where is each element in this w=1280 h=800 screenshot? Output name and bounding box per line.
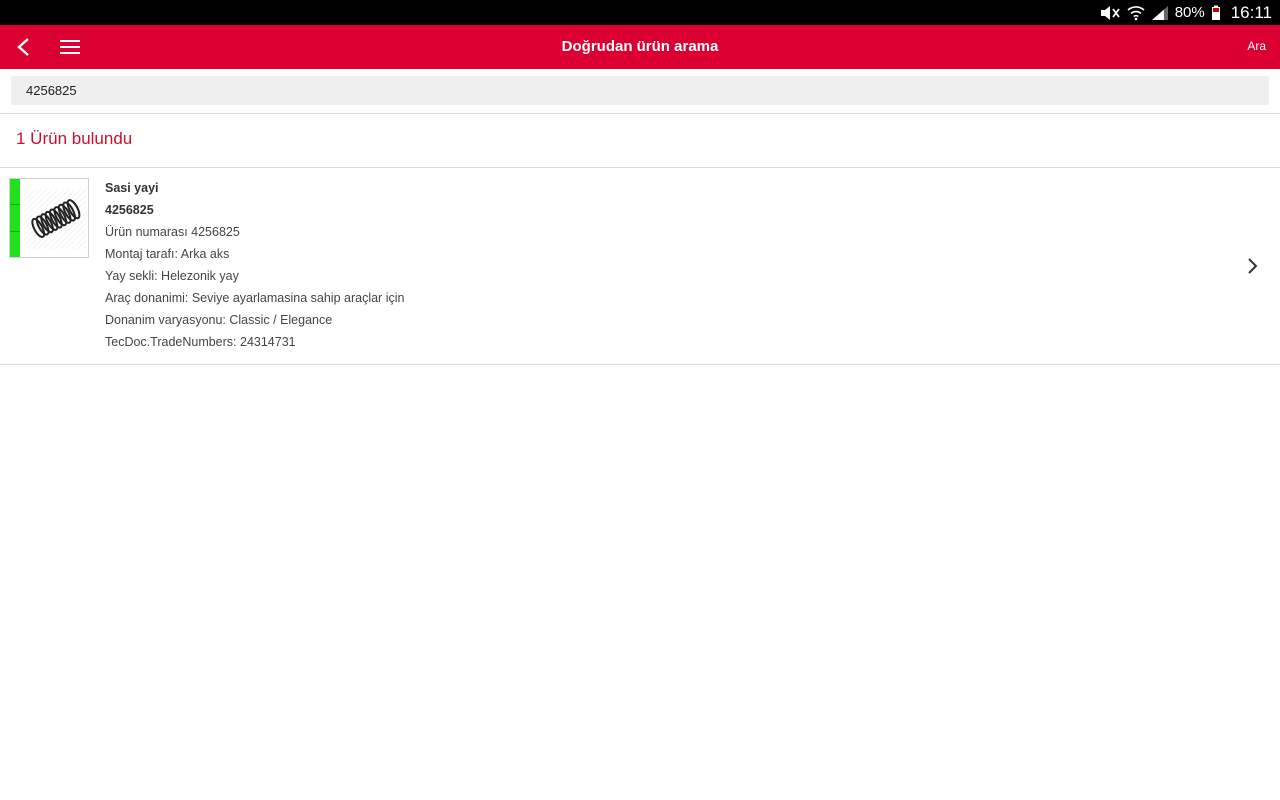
clock: 16:11 — [1230, 2, 1272, 22]
list-item[interactable]: Sasi yayi 4256825 Ürün numarası 4256825 … — [0, 168, 1280, 365]
app-bar: Doğrudan ürün arama Ara — [0, 25, 1280, 69]
status-bar-indicators: 80% 16:11 — [1099, 0, 1272, 25]
battery-icon — [1211, 5, 1221, 21]
mute-icon — [1099, 5, 1121, 21]
product-thumbnail — [9, 178, 89, 258]
search-input[interactable] — [11, 76, 1269, 105]
product-attribute: Donanim varyasyonu: Classic / Elegance — [105, 313, 333, 327]
product-attribute: TecDoc.TradeNumbers: 24314731 — [105, 335, 296, 349]
wifi-icon — [1127, 5, 1145, 21]
product-details: Sasi yayi 4256825 Ürün numarası 4256825 … — [105, 177, 404, 353]
search-button[interactable]: Ara — [1247, 25, 1266, 69]
signal-icon — [1151, 5, 1169, 21]
product-attribute: Yay sekli: Helezonik yay — [105, 269, 239, 283]
result-count: 1 Ürün bulundu — [16, 129, 133, 148]
product-number: 4256825 — [105, 203, 154, 217]
back-arrow-icon[interactable] — [12, 35, 36, 59]
page-title: Doğrudan ürün arama — [561, 38, 719, 55]
product-attribute: Ürün numarası 4256825 — [105, 225, 240, 239]
product-attribute: Araç donanimi: Seviye ayarlamasina sahip… — [105, 291, 405, 305]
coil-spring-icon — [24, 189, 86, 249]
availability-indicator — [10, 179, 20, 257]
product-attribute: Montaj tarafı: Arka aks — [105, 247, 230, 261]
status-bar: 80% 16:11 — [0, 0, 1280, 25]
battery-percent: 80% — [1174, 4, 1205, 21]
search-bar — [0, 69, 1280, 114]
product-name: Sasi yayi — [105, 181, 159, 195]
hamburger-menu-icon[interactable] — [58, 36, 82, 58]
chevron-right-icon[interactable] — [1244, 256, 1260, 276]
